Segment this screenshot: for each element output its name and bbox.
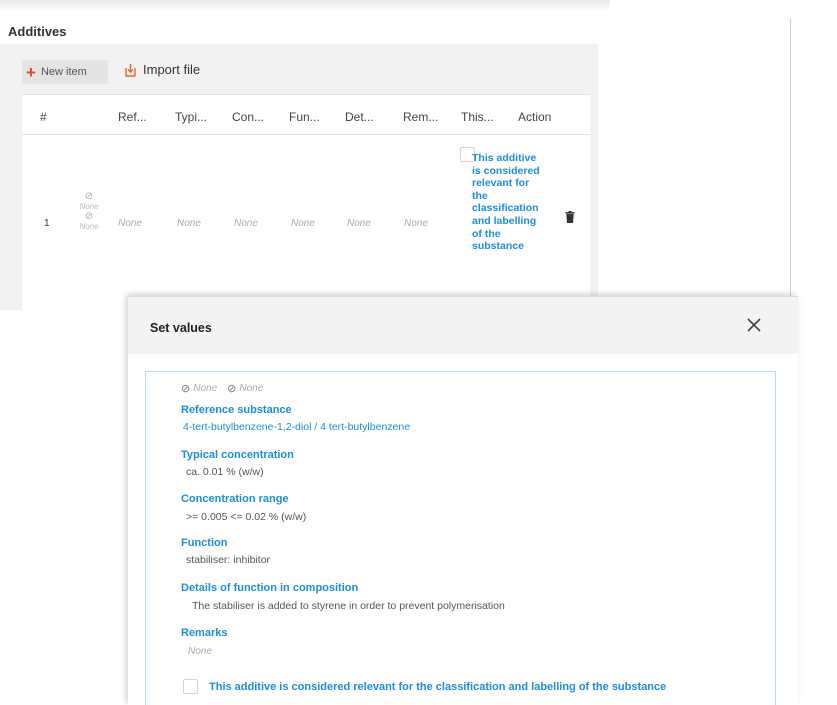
col-header-reference[interactable]: Ref... [118, 110, 147, 124]
cell-details: None [347, 218, 371, 229]
col-header-action: Action [518, 110, 552, 124]
row-status-top-label: None [79, 202, 99, 211]
import-file-label: Import file [143, 62, 201, 77]
cell-typical: None [177, 218, 201, 229]
col-header-relevance[interactable]: This... [461, 110, 494, 124]
relevance-field: This additive is considered relevant for… [183, 679, 666, 694]
plus-icon: + [26, 62, 36, 82]
table-header-border [22, 134, 590, 135]
top-shadow [0, 0, 610, 12]
col-header-typical[interactable]: Typi... [175, 110, 207, 124]
import-file-button[interactable]: Import file [124, 62, 200, 77]
cell-reference: None [118, 218, 142, 229]
col-header-concentration[interactable]: Con... [232, 110, 264, 124]
cell-remarks: None [404, 218, 428, 229]
details-value: The stabiliser is added to styrene in or… [192, 600, 505, 612]
blocked-icon: ⊘ [84, 211, 94, 222]
function-label: Function [181, 537, 228, 549]
new-item-button[interactable]: + New item [22, 60, 108, 84]
import-file-icon [125, 63, 136, 77]
concentration-range-label: Concentration range [181, 493, 289, 505]
row-status-icons: ⊘ None ⊘ None [76, 192, 102, 232]
details-label: Details of function in composition [181, 582, 359, 594]
status-label-2: None [239, 383, 264, 394]
relevance-label: This additive is considered relevant for… [209, 680, 667, 693]
reference-substance-label: Reference substance [181, 404, 292, 416]
set-values-dialog: Set values ⊘ None ⊘ None Reference subst… [128, 296, 798, 705]
concentration-range-value: >= 0.005 <= 0.02 % (w/w) [186, 511, 307, 523]
remarks-label: Remarks [181, 627, 228, 639]
typical-concentration-label: Typical concentration [181, 449, 294, 461]
blocked-icon: ⊘ [227, 383, 237, 395]
row-status-bottom-label: None [79, 222, 99, 231]
relevance-checkbox[interactable] [183, 679, 198, 694]
blocked-icon: ⊘ [84, 191, 94, 202]
row-relevance-label: This additive is considered relevant for… [472, 152, 540, 253]
remarks-value: None [188, 646, 212, 657]
side-panel-border [790, 18, 791, 298]
dialog-title: Set values [150, 321, 212, 335]
function-value: stabiliser: inhibitor [186, 554, 271, 566]
status-icons: ⊘ None ⊘ None [181, 382, 263, 395]
cell-function: None [291, 218, 315, 229]
close-icon[interactable] [744, 315, 764, 335]
reference-substance-value[interactable]: 4-tert-butylbenzene-1,2-diol / 4 tert-bu… [183, 421, 410, 433]
status-label-1: None [193, 383, 218, 394]
col-header-remarks[interactable]: Rem... [403, 110, 438, 124]
col-header-details[interactable]: Det... [345, 110, 374, 124]
blocked-icon: ⊘ [181, 383, 191, 395]
dialog-header: Set values [128, 296, 798, 354]
typical-concentration-value: ca. 0.01 % (w/w) [186, 466, 264, 478]
row-number: 1 [44, 218, 50, 229]
values-panel: ⊘ None ⊘ None Reference substance 4-tert… [145, 371, 776, 705]
col-header-index[interactable]: # [40, 110, 47, 124]
cell-concentration: None [234, 218, 258, 229]
col-header-function[interactable]: Fun... [289, 110, 320, 124]
trash-icon[interactable] [565, 211, 575, 223]
new-item-label: New item [40, 66, 87, 78]
side-panel [603, 18, 790, 298]
section-title: Additives [8, 24, 67, 39]
table-top-border [22, 94, 590, 95]
